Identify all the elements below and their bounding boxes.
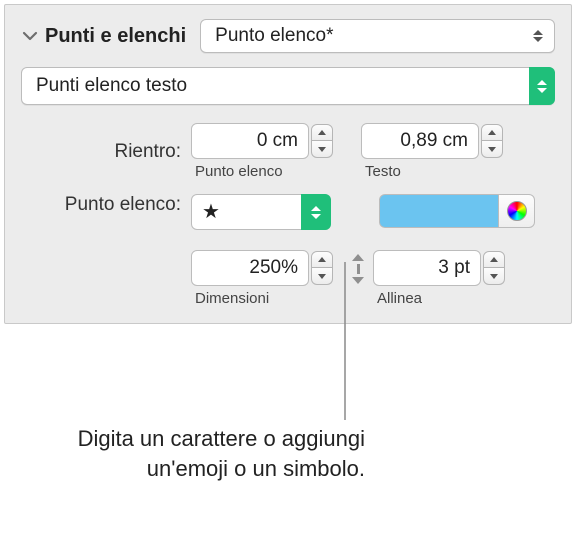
indent-row: Rientro: 0 cm Punto elenco 0,89 cm: [21, 123, 555, 180]
vertical-align-icon: [347, 254, 369, 284]
color-wheel-icon: [507, 201, 527, 221]
text-indent-field[interactable]: 0,89 cm: [361, 123, 479, 159]
bullet-align-field[interactable]: 3 pt: [373, 250, 481, 286]
bullet-label: Punto elenco:: [21, 194, 191, 216]
stepper-down-icon[interactable]: [311, 268, 333, 285]
text-indent-stepper[interactable]: [481, 124, 503, 158]
bullet-size-sublabel: Dimensioni: [191, 290, 333, 307]
text-indent-group: 0,89 cm Testo: [361, 123, 503, 180]
bullet-color-swatch[interactable]: [379, 194, 499, 228]
color-picker-button[interactable]: [499, 194, 535, 228]
stepper-up-icon[interactable]: [481, 124, 503, 141]
updown-arrows-icon: [532, 27, 544, 45]
size-align-row: 250% Dimensioni 3 pt: [21, 250, 555, 307]
bullet-type-value: Punti elenco testo: [36, 75, 187, 97]
bullet-size-stepper[interactable]: [311, 251, 333, 285]
bullet-color-well: [379, 194, 535, 228]
bullet-size-field[interactable]: 250%: [191, 250, 309, 286]
bullet-glyph-icon: ★: [202, 202, 220, 222]
bullet-align-stepper[interactable]: [483, 251, 505, 285]
bullets-lists-panel: Punti e elenchi Punto elenco* Punti elen…: [4, 4, 572, 324]
bullet-align-sublabel: Allinea: [373, 290, 505, 307]
bullet-type-row: Punti elenco testo: [21, 67, 555, 105]
stepper-up-icon[interactable]: [311, 251, 333, 268]
stepper-up-icon[interactable]: [483, 251, 505, 268]
disclosure-chevron-icon[interactable]: [21, 27, 39, 45]
section-title: Punti e elenchi: [45, 25, 186, 48]
text-indent-sublabel: Testo: [361, 163, 503, 180]
bullet-indent-field[interactable]: 0 cm: [191, 123, 309, 159]
bullet-align-group: 3 pt Allinea: [373, 250, 505, 307]
bullet-character-row: Punto elenco: ★: [21, 194, 555, 230]
list-style-value: Punto elenco*: [215, 25, 333, 47]
indent-label: Rientro:: [21, 141, 191, 163]
list-style-popup[interactable]: Punto elenco*: [200, 19, 555, 53]
bullet-indent-sublabel: Punto elenco: [191, 163, 333, 180]
bullet-indent-stepper[interactable]: [311, 124, 333, 158]
stepper-up-icon[interactable]: [311, 124, 333, 141]
bullet-indent-group: 0 cm Punto elenco: [191, 123, 333, 180]
bullet-size-group: 250% Dimensioni: [191, 250, 333, 307]
stepper-down-icon[interactable]: [481, 141, 503, 158]
section-header: Punti e elenchi Punto elenco*: [21, 19, 555, 53]
stepper-down-icon[interactable]: [483, 268, 505, 285]
bullet-character-picker[interactable]: ★: [191, 194, 331, 230]
updown-arrows-icon: [301, 194, 331, 230]
callout-caption: Digita un carattere o aggiungi un'emoji …: [0, 424, 365, 483]
stepper-down-icon[interactable]: [311, 141, 333, 158]
updown-arrows-icon: [529, 67, 555, 105]
bullet-type-popup[interactable]: Punti elenco testo: [21, 67, 555, 105]
